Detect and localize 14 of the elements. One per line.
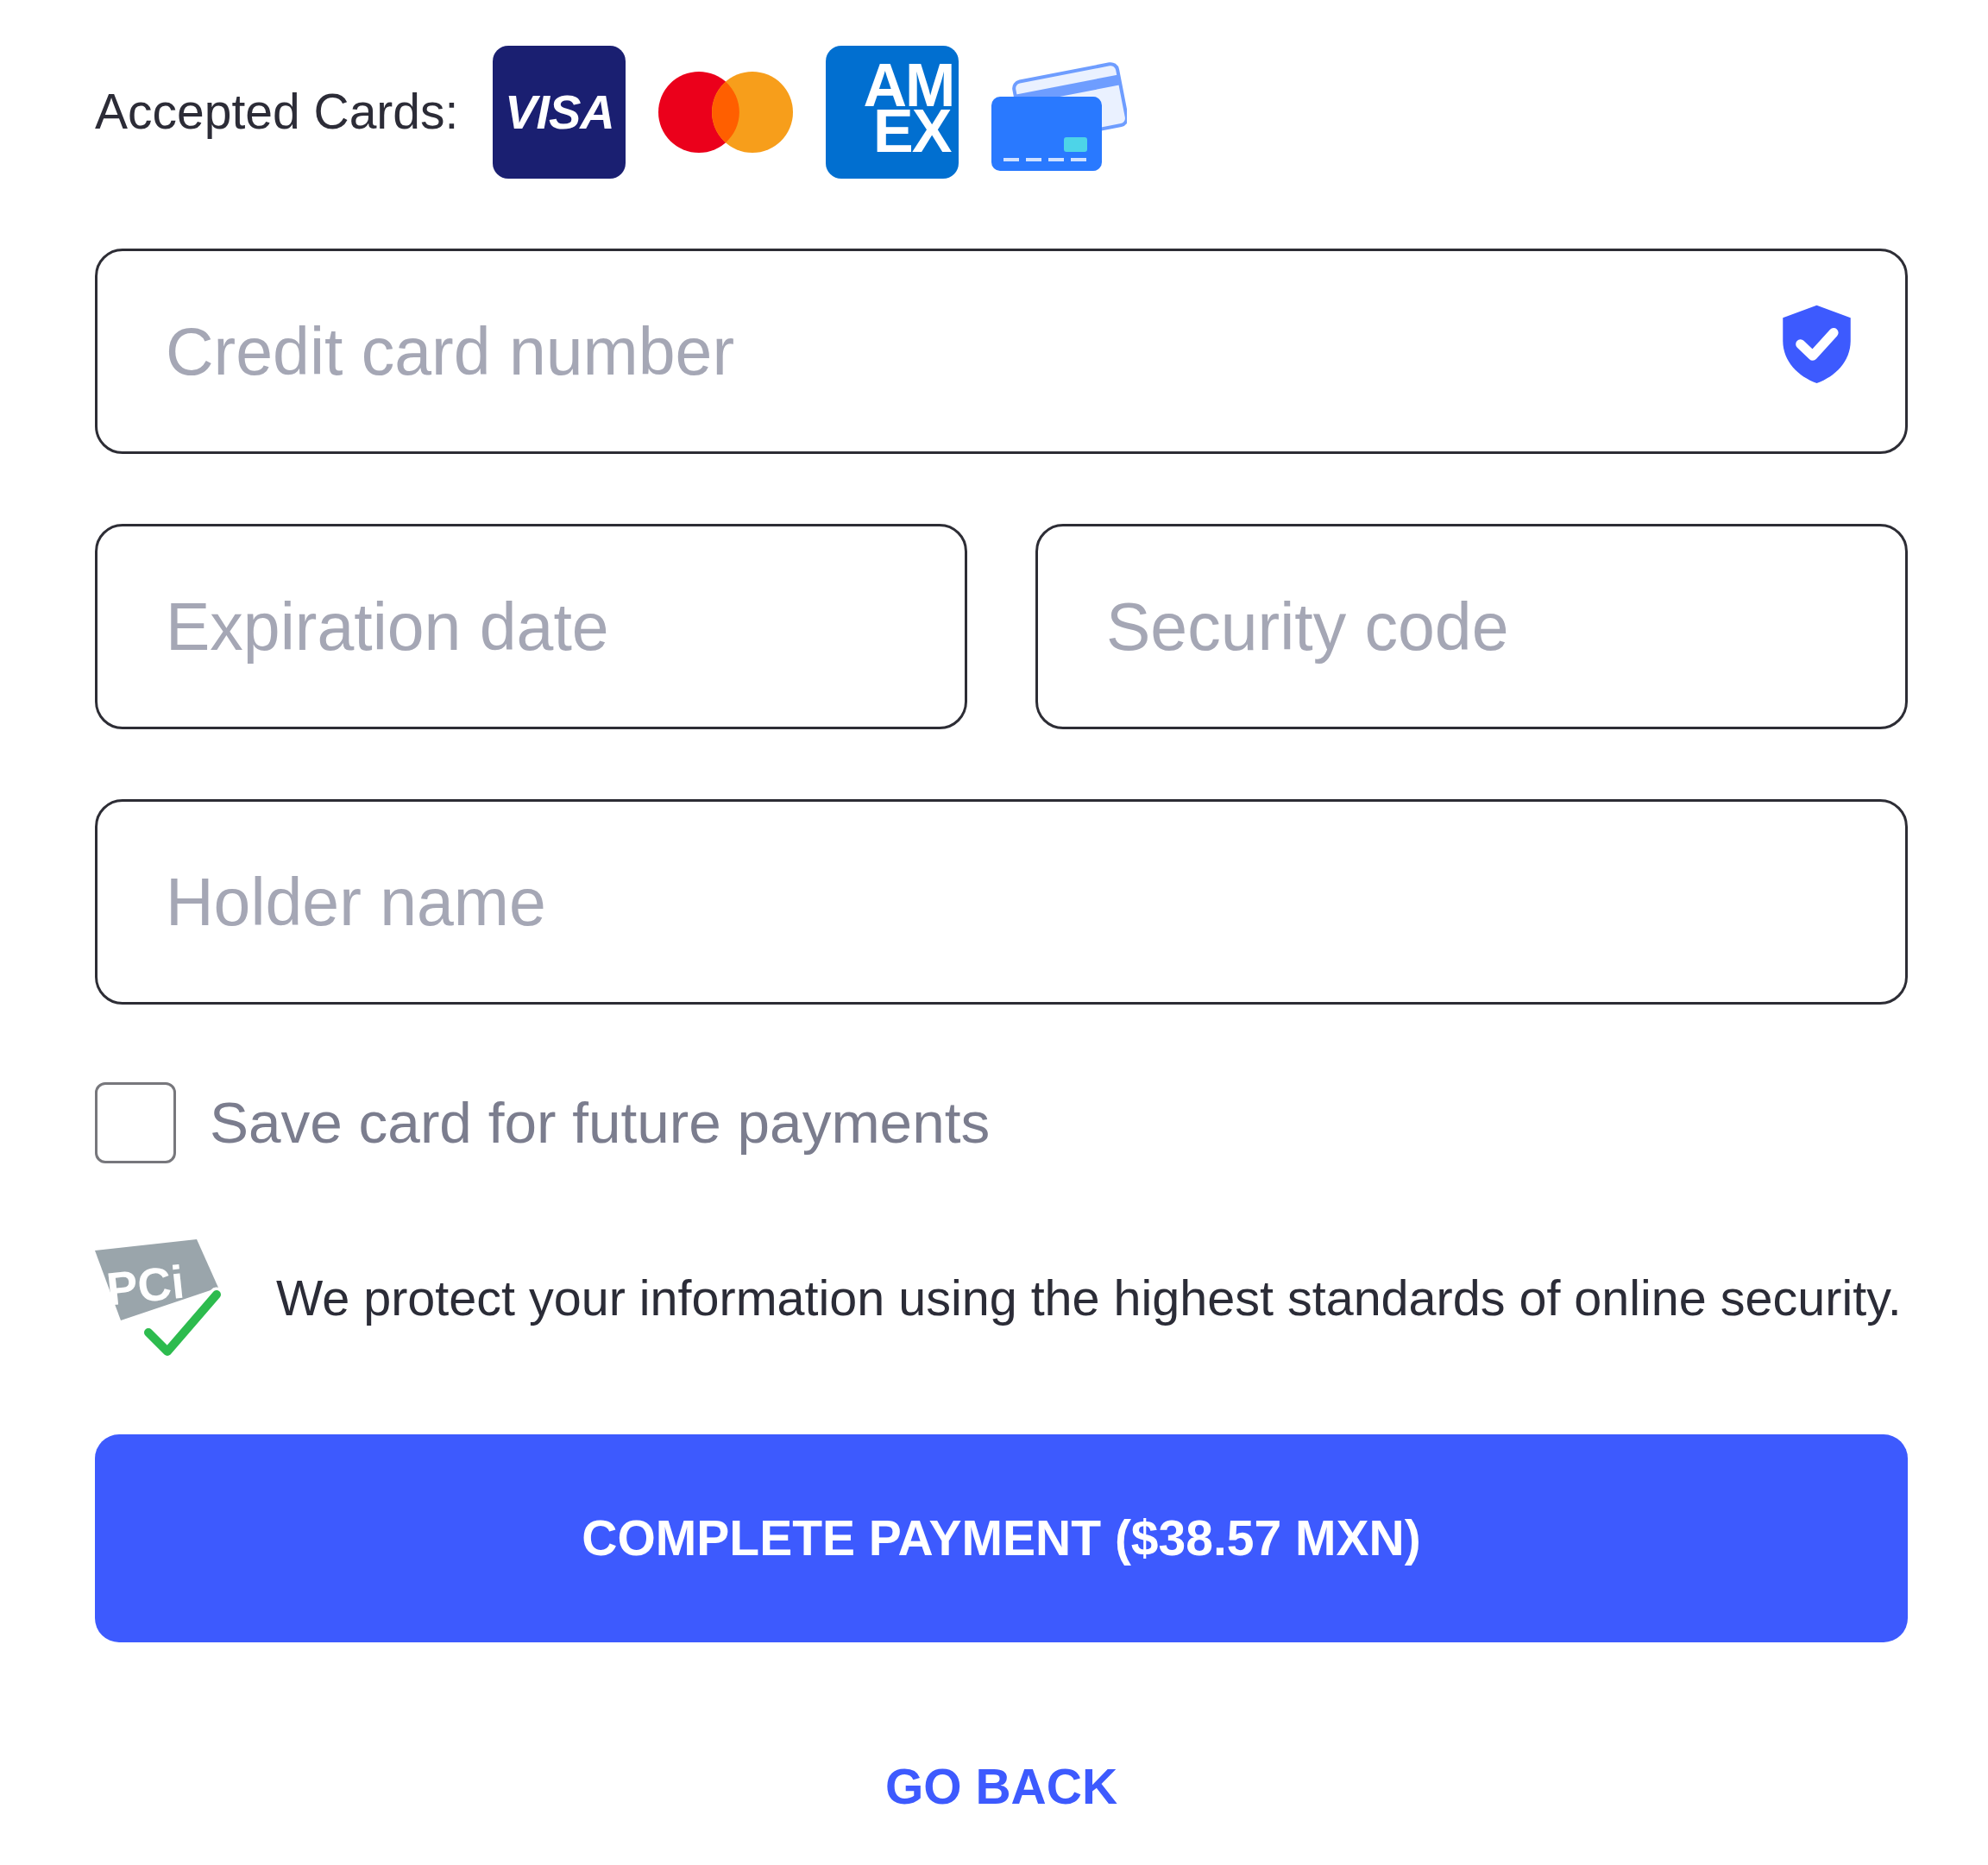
text-input-field[interactable]: Security code: [1035, 524, 1908, 729]
complete-payment-button[interactable]: COMPLETE PAYMENT ($38.57 MXN): [95, 1434, 1908, 1642]
logo-text: AM: [863, 63, 954, 110]
accepted-cards-label: Accepted Cards:: [95, 84, 459, 141]
go-back-link[interactable]: GO BACK: [879, 1759, 1123, 1816]
visa-logo: VISA: [493, 46, 626, 179]
checkbox-label: Save card for future payments: [210, 1089, 991, 1156]
text-input-field[interactable]: Expiration date: [95, 524, 967, 729]
checkbox[interactable]: [95, 1082, 176, 1163]
text-input-field[interactable]: Credit card number: [95, 249, 1908, 454]
text-input-field[interactable]: Holder name: [95, 799, 1908, 1005]
logo-text: EX: [873, 109, 951, 155]
security-note-text: We protect your information using the highest standards of online security.: [276, 1269, 1902, 1327]
overlapping-circles-icon: [658, 72, 794, 153]
